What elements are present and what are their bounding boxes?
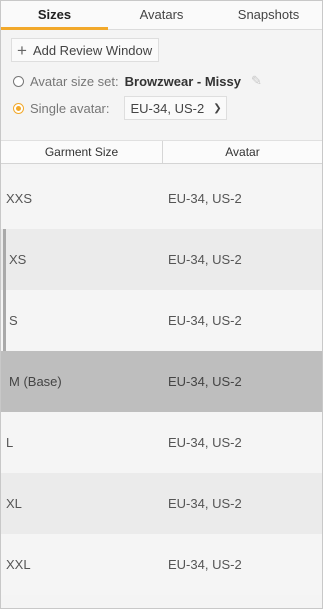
table-row[interactable]: XXS EU-34, US-2 xyxy=(1,168,322,229)
edit-pencil-icon[interactable]: ✎ xyxy=(251,73,262,89)
table-row[interactable]: XXL EU-34, US-2 xyxy=(1,534,322,595)
avatar-column-header[interactable]: Avatar xyxy=(163,141,322,163)
avatar-cell[interactable]: EU-34, US-2 xyxy=(168,313,242,328)
table-row-selected[interactable]: M (Base) EU-34, US-2 xyxy=(1,351,322,412)
tab-bar: Sizes Avatars Snapshots xyxy=(1,1,322,30)
avatar-size-set-value: Browzwear - Missy xyxy=(124,73,241,89)
avatar-size-set-option[interactable]: Avatar size set: Browzwear - Missy ✎ xyxy=(1,70,322,92)
avatar-cell[interactable]: EU-34, US-2 xyxy=(168,435,242,450)
toolbar: + Add Review Window xyxy=(1,30,322,70)
garment-size-cell: XL xyxy=(6,496,22,511)
garment-size-cell: XXL xyxy=(6,557,31,572)
garment-size-cell: XS xyxy=(9,252,27,267)
table-row[interactable]: S EU-34, US-2 xyxy=(1,290,322,351)
add-review-window-label: Add Review Window xyxy=(32,42,153,58)
tab-avatars[interactable]: Avatars xyxy=(108,1,215,29)
single-avatar-option[interactable]: Single avatar: EU-34, US-2 ❯ xyxy=(1,95,322,121)
single-avatar-radio[interactable] xyxy=(13,102,24,114)
row-marker xyxy=(3,290,6,351)
avatar-cell[interactable]: EU-34, US-2 xyxy=(168,252,242,267)
table-row[interactable]: L EU-34, US-2 xyxy=(1,412,322,473)
garment-size-cell: M (Base) xyxy=(9,374,62,389)
tab-sizes[interactable]: Sizes xyxy=(1,1,108,30)
table-row[interactable]: XL EU-34, US-2 xyxy=(1,473,322,534)
add-review-window-button[interactable]: + Add Review Window xyxy=(11,38,160,62)
garment-size-column-header[interactable]: Garment Size xyxy=(1,141,163,163)
single-avatar-dropdown-value: EU-34, US-2 xyxy=(130,100,205,116)
tab-snapshots[interactable]: Snapshots xyxy=(215,1,322,29)
garment-size-cell: S xyxy=(9,313,18,328)
avatar-size-set-label: Avatar size set: xyxy=(30,73,119,89)
avatar-size-set-radio[interactable] xyxy=(13,75,24,87)
size-table-body: XXS EU-34, US-2 XS EU-34, US-2 S EU-34, … xyxy=(1,168,322,595)
avatar-cell[interactable]: EU-34, US-2 xyxy=(168,374,242,389)
avatar-cell[interactable]: EU-34, US-2 xyxy=(168,496,242,511)
avatar-cell[interactable]: EU-34, US-2 xyxy=(168,191,242,206)
single-avatar-dropdown[interactable]: EU-34, US-2 ❯ xyxy=(123,96,227,120)
garment-size-cell: XXS xyxy=(6,191,33,206)
row-marker xyxy=(3,229,6,290)
table-header: Garment Size Avatar xyxy=(1,140,322,164)
avatar-cell[interactable]: EU-34, US-2 xyxy=(168,557,242,572)
chevron-down-icon: ❯ xyxy=(213,102,222,114)
single-avatar-label: Single avatar: xyxy=(30,100,110,116)
sizes-panel: Sizes Avatars Snapshots + Add Review Win… xyxy=(0,0,323,609)
plus-icon: + xyxy=(17,40,27,60)
table-row[interactable]: XS EU-34, US-2 xyxy=(1,229,322,290)
garment-size-cell: L xyxy=(6,435,14,450)
